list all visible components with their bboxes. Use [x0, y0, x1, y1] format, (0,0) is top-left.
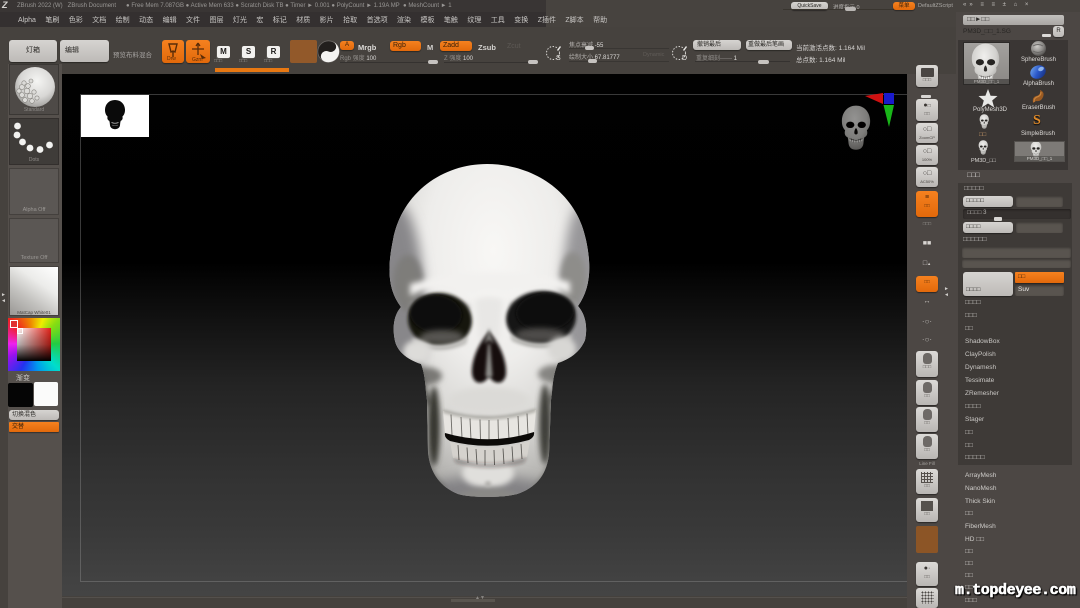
- svg-text:S: S: [556, 55, 561, 62]
- svg-text:Drw: Drw: [167, 56, 176, 62]
- svg-text:Gzm: Gzm: [192, 57, 203, 63]
- svg-text:D: D: [682, 55, 687, 62]
